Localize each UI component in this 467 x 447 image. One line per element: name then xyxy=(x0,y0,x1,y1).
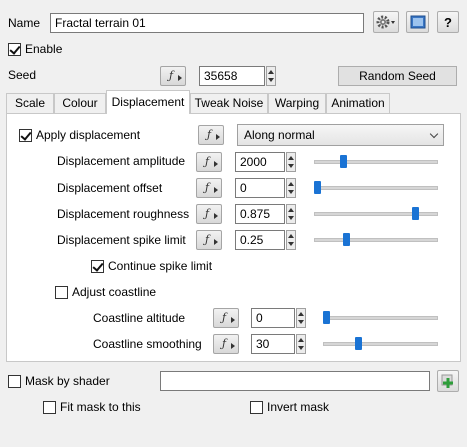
coast-smoothing-slider-thumb[interactable] xyxy=(355,337,363,350)
offset-function-button[interactable]: ƒ xyxy=(196,178,222,198)
spin-down-icon xyxy=(288,242,294,246)
adjust-coastline-label: Adjust coastline xyxy=(72,285,157,299)
coast-smoothing-input[interactable]: 30 xyxy=(251,334,295,354)
apply-displacement-label: Apply displacement xyxy=(36,128,141,142)
displacement-direction-select[interactable]: Along normal xyxy=(237,124,444,146)
spike-limit-slider-thumb[interactable] xyxy=(343,233,351,246)
spin-up-icon xyxy=(288,208,294,212)
spin-up-icon xyxy=(288,234,294,238)
roughness-slider-thumb[interactable] xyxy=(412,207,420,220)
help-button[interactable]: ? xyxy=(437,11,459,33)
spike-limit-label: Displacement spike limit xyxy=(57,233,186,247)
continue-spike-label: Continue spike limit xyxy=(108,259,213,273)
spike-limit-input[interactable]: 0.25 xyxy=(235,230,285,250)
enable-label: Enable xyxy=(25,42,63,56)
chevron-down-icon xyxy=(429,129,439,139)
name-input[interactable]: Fractal terrain 01 xyxy=(50,13,364,33)
coast-altitude-label: Coastline altitude xyxy=(93,311,186,325)
function-icon: ƒ xyxy=(206,128,212,141)
tab-colour[interactable]: Colour xyxy=(54,93,106,113)
spin-down-icon xyxy=(298,320,304,324)
coast-altitude-slider-thumb[interactable] xyxy=(323,311,330,324)
coast-smoothing-label: Coastline smoothing xyxy=(93,337,202,351)
offset-label: Displacement offset xyxy=(57,181,163,195)
spike-limit-spinner[interactable] xyxy=(286,230,296,250)
preview-button[interactable] xyxy=(406,11,429,33)
invert-mask-checkbox[interactable] xyxy=(250,401,263,414)
offset-slider[interactable] xyxy=(314,186,438,190)
amplitude-slider[interactable] xyxy=(314,160,438,164)
roughness-spinner[interactable] xyxy=(286,204,296,224)
spin-down-icon xyxy=(298,346,304,350)
function-icon: ƒ xyxy=(204,233,210,246)
tab-tweak-noise[interactable]: Tweak Noise xyxy=(190,93,268,113)
function-icon: ƒ xyxy=(204,181,210,194)
coast-smoothing-function-button[interactable]: ƒ xyxy=(213,334,239,354)
function-icon: ƒ xyxy=(221,311,227,324)
gear-dropdown-button[interactable] xyxy=(373,11,399,33)
tab-scale[interactable]: Scale xyxy=(6,93,54,113)
coast-altitude-slider[interactable] xyxy=(323,316,438,320)
offset-input[interactable]: 0 xyxy=(235,178,285,198)
continue-spike-checkbox[interactable] xyxy=(91,260,104,273)
add-mask-shader-button[interactable] xyxy=(437,370,459,392)
fit-mask-checkbox[interactable] xyxy=(43,401,56,414)
seed-input[interactable]: 35658 xyxy=(199,66,265,86)
offset-spinner[interactable] xyxy=(286,178,296,198)
amplitude-label: Displacement amplitude xyxy=(57,154,186,168)
coast-altitude-function-button[interactable]: ƒ xyxy=(213,308,239,328)
roughness-input[interactable]: 0.875 xyxy=(235,204,285,224)
preview-icon xyxy=(410,15,425,29)
coast-altitude-spinner[interactable] xyxy=(296,308,306,328)
spin-down-icon xyxy=(288,164,294,168)
help-icon: ? xyxy=(444,14,452,30)
coast-smoothing-spinner[interactable] xyxy=(296,334,306,354)
spike-limit-slider[interactable] xyxy=(314,238,438,242)
offset-slider-thumb[interactable] xyxy=(314,181,321,194)
add-icon xyxy=(441,374,453,388)
coast-altitude-input[interactable]: 0 xyxy=(251,308,295,328)
spin-up-icon xyxy=(298,312,304,316)
amplitude-function-button[interactable]: ƒ xyxy=(196,152,222,172)
function-icon: ƒ xyxy=(204,207,210,220)
mask-shader-input[interactable] xyxy=(160,371,430,391)
function-icon: ƒ xyxy=(168,69,174,82)
adjust-coastline-checkbox[interactable] xyxy=(55,286,68,299)
spin-down-icon xyxy=(288,190,294,194)
amplitude-input[interactable]: 2000 xyxy=(235,152,285,172)
tab-warping[interactable]: Warping xyxy=(268,93,326,113)
amplitude-spinner[interactable] xyxy=(286,152,296,172)
seed-label: Seed xyxy=(8,68,37,82)
spin-down-icon xyxy=(288,216,294,220)
amplitude-slider-thumb[interactable] xyxy=(339,155,347,168)
apply-displacement-checkbox[interactable] xyxy=(19,129,32,142)
gear-dropdown-icon xyxy=(376,15,395,29)
spin-down-icon xyxy=(268,78,274,82)
enable-checkbox[interactable] xyxy=(8,43,21,56)
roughness-function-button[interactable]: ƒ xyxy=(196,204,222,224)
function-icon: ƒ xyxy=(204,155,210,168)
spin-up-icon xyxy=(288,156,294,160)
mask-by-shader-checkbox[interactable] xyxy=(8,375,21,388)
spin-up-icon xyxy=(288,182,294,186)
apply-function-button[interactable]: ƒ xyxy=(198,125,224,145)
fit-mask-label: Fit mask to this xyxy=(60,400,141,414)
spin-up-icon xyxy=(268,70,274,74)
displacement-direction-value: Along normal xyxy=(244,128,315,142)
seed-spinner[interactable] xyxy=(266,66,276,86)
invert-mask-label: Invert mask xyxy=(267,400,330,414)
roughness-slider[interactable] xyxy=(314,212,438,216)
tab-animation[interactable]: Animation xyxy=(326,93,390,113)
mask-by-shader-label: Mask by shader xyxy=(25,374,110,388)
seed-function-button[interactable]: ƒ xyxy=(160,66,186,86)
spike-limit-function-button[interactable]: ƒ xyxy=(196,230,222,250)
random-seed-button[interactable]: Random Seed xyxy=(338,66,457,86)
spin-up-icon xyxy=(298,338,304,342)
roughness-label: Displacement roughness xyxy=(57,207,190,221)
name-label: Name xyxy=(8,16,41,30)
tab-displacement[interactable]: Displacement xyxy=(106,90,190,114)
function-icon: ƒ xyxy=(221,337,227,350)
coast-smoothing-slider[interactable] xyxy=(323,342,438,346)
